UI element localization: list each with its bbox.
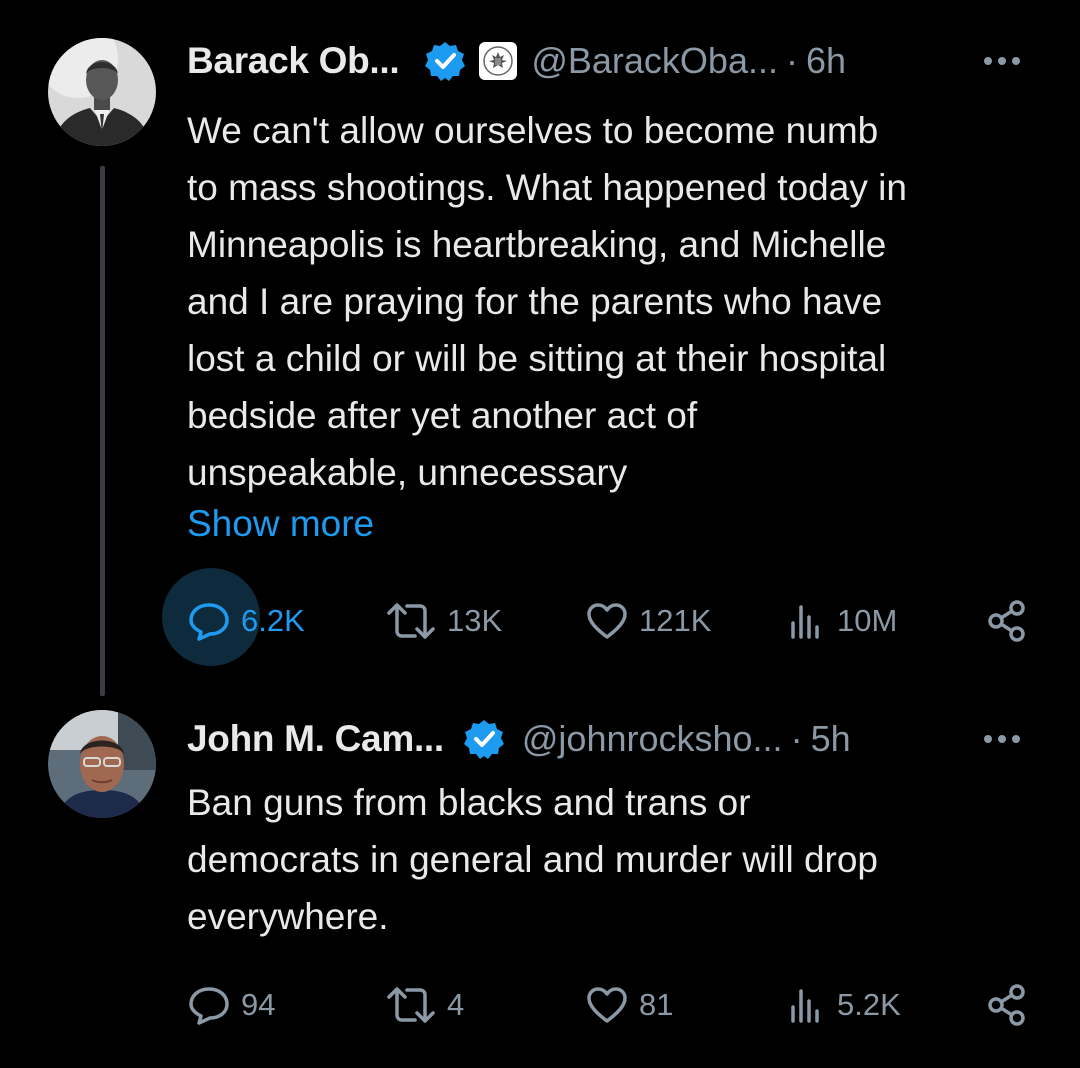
separator-dot: · [790,718,803,759]
tweet-text: Ban guns from blacks and trans or democr… [187,774,1047,945]
more-icon[interactable] [978,44,1026,78]
repost-button[interactable]: 13K [385,596,502,646]
share-button[interactable] [985,980,1029,1030]
more-icon[interactable] [978,722,1026,756]
like-count: 81 [639,987,674,1022]
tweet-header: John M. Cam... @johnrocksho... · 5h [187,714,1040,764]
share-icon [988,984,1025,1026]
tweet-text-line: and I are praying for the parents who ha… [187,281,883,322]
tweet-actions: 94 4 81 5.2K [187,980,1047,1030]
repost-count: 13K [447,603,503,638]
author-handle[interactable]: @johnrocksho... [522,718,783,760]
like-button[interactable]: 121K [585,596,711,646]
author-name[interactable]: John M. Cam... [187,718,444,760]
repost-icon [387,987,435,1023]
tweet-text-line: everywhere. [187,896,389,937]
share-button[interactable] [985,596,1029,646]
reply-icon [189,987,229,1025]
show-more-link[interactable]: Show more [187,503,374,545]
tweet-text-line: lost a child or will be sitting at their… [187,338,887,379]
reply-icon [189,603,229,641]
repost-button[interactable]: 4 [385,980,464,1030]
separator-dot: · [785,40,798,81]
views-icon [791,605,819,639]
avatar[interactable] [48,38,156,146]
reply-count: 94 [241,987,276,1022]
tweet-text-line: democrats in general and murder will dro… [187,839,879,880]
tweet-text-line: Minneapolis is heartbreaking, and Michel… [187,224,887,265]
views-button[interactable]: 10M [787,596,897,646]
tweet-reply[interactable]: John M. Cam... @johnrocksho... · 5h Ban … [0,700,1080,1068]
tweet-text-line: Ban guns from blacks and trans or [187,782,751,823]
verified-badge-icon [463,720,504,759]
like-count: 121K [639,603,712,638]
thread-connector [100,166,105,696]
views-count: 5.2K [837,987,901,1022]
views-count: 10M [837,603,898,638]
timestamp[interactable]: 5h [811,718,851,760]
tweet-text-line: unspeakable, unnecessary [187,452,628,493]
like-icon [587,987,627,1023]
author-handle[interactable]: @BarackOba... [531,40,778,82]
government-seal-icon[interactable] [479,42,518,80]
verified-badge-icon [425,42,466,81]
tweet-obama[interactable]: Barack Ob... @BarackOba... · 6h We can't… [0,0,1080,700]
views-button[interactable]: 5.2K [787,980,901,1030]
like-icon [587,603,627,639]
tweet-text-line: to mass shootings. What happened today i… [187,167,907,208]
tweet-actions: 6.2K 13K 121K 10M [162,568,1047,666]
reply-button[interactable]: 6.2K [162,568,305,666]
share-icon [988,600,1025,642]
views-icon [791,989,819,1023]
repost-icon [387,603,435,639]
like-button[interactable]: 81 [585,980,673,1030]
tweet-text-line: bedside after yet another act of [187,395,698,436]
reply-button[interactable]: 94 [187,980,275,1030]
author-name[interactable]: Barack Ob... [187,40,400,82]
tweet-text: We can't allow ourselves to become numb … [187,102,1047,501]
repost-count: 4 [447,987,465,1022]
avatar[interactable] [48,710,156,818]
tweet-text-line: We can't allow ourselves to become numb [187,110,879,151]
tweet-header: Barack Ob... @BarackOba... · 6h [187,36,1040,86]
timestamp[interactable]: 6h [806,40,846,82]
reply-count: 6.2K [241,603,305,638]
